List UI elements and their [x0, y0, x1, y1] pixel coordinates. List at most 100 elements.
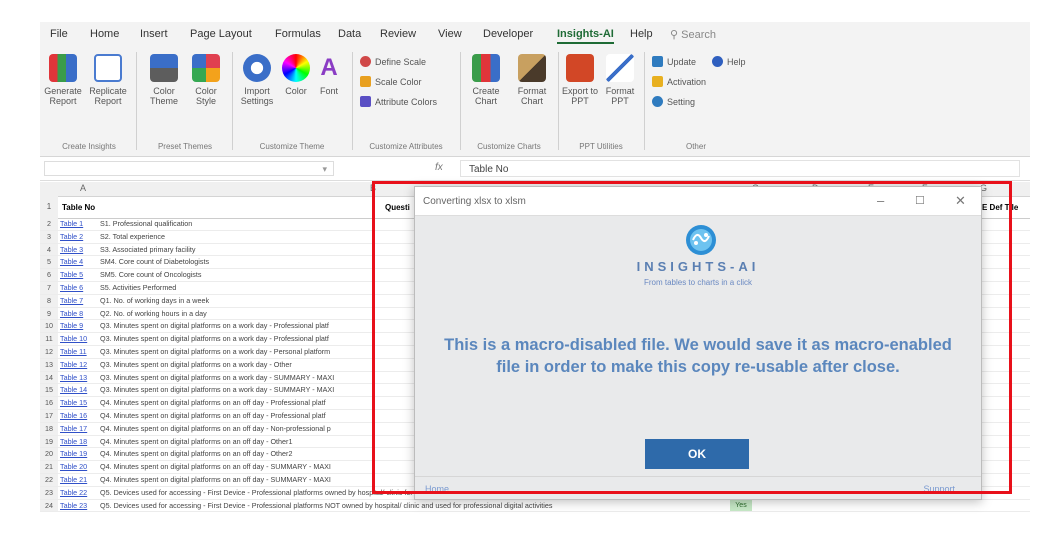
update-button[interactable]: Update: [652, 56, 696, 67]
activation-button[interactable]: Activation: [652, 76, 706, 87]
import-settings-button[interactable]: Import Settings: [236, 54, 278, 106]
row-number: 7: [40, 282, 58, 294]
question-cell[interactable]: Q3. Minutes spent on digital platforms o…: [100, 333, 329, 345]
color-theme-icon: [150, 54, 178, 82]
table-link[interactable]: Table 20: [60, 461, 87, 473]
table-link[interactable]: Table 10: [60, 333, 87, 345]
question-cell[interactable]: Q4. Minutes spent on digital platforms o…: [100, 397, 326, 409]
question-cell[interactable]: S3. Associated primary facility: [100, 244, 195, 256]
table-link[interactable]: Table 4: [60, 256, 83, 268]
format-chart-button[interactable]: Format Chart: [510, 54, 554, 106]
question-cell[interactable]: Q4. Minutes spent on digital platforms o…: [100, 448, 292, 460]
table-link[interactable]: Table 7: [60, 295, 83, 307]
header-question[interactable]: Questi: [385, 203, 410, 212]
column-header[interactable]: A: [80, 183, 86, 193]
question-cell[interactable]: SM4. Core count of Diabetologists: [100, 256, 209, 268]
menu-file[interactable]: File: [50, 28, 68, 40]
row-number: 21: [40, 461, 58, 473]
replicate-report-button[interactable]: Replicate Report: [86, 54, 130, 106]
table-link[interactable]: Table 8: [60, 308, 83, 320]
table-link[interactable]: Table 15: [60, 397, 87, 409]
question-cell[interactable]: S1. Professional qualification: [100, 218, 192, 230]
question-cell[interactable]: Q4. Minutes spent on digital platforms o…: [100, 436, 292, 448]
row-number: 8: [40, 294, 58, 307]
question-cell[interactable]: Q3. Minutes spent on digital platforms o…: [100, 384, 334, 396]
font-icon: A: [320, 54, 338, 81]
yes-cell[interactable]: Yes: [730, 499, 752, 512]
table-link[interactable]: Table 5: [60, 269, 83, 281]
table-link[interactable]: Table 6: [60, 282, 83, 294]
menu-review[interactable]: Review: [380, 28, 416, 40]
export-ppt-button[interactable]: Export to PPT: [560, 54, 600, 106]
home-link[interactable]: Home: [425, 484, 449, 494]
question-cell[interactable]: Q1. No. of working days in a week: [100, 295, 209, 307]
table-link[interactable]: Table 9: [60, 320, 83, 332]
question-cell[interactable]: Q4. Minutes spent on digital platforms o…: [100, 410, 326, 422]
attribute-colors-button[interactable]: Attribute Colors: [360, 96, 437, 107]
menu-view[interactable]: View: [438, 28, 462, 40]
color-style-button[interactable]: Color Style: [186, 54, 226, 106]
help-button[interactable]: Help: [712, 56, 746, 67]
table-link[interactable]: Table 12: [60, 359, 87, 371]
name-box[interactable]: ▾: [44, 161, 334, 176]
question-cell[interactable]: Q4. Minutes spent on digital platforms o…: [100, 423, 331, 435]
menu-developer[interactable]: Developer: [483, 28, 533, 40]
formula-input[interactable]: Table No: [460, 160, 1020, 177]
table-link[interactable]: Table 16: [60, 410, 87, 422]
menu-page-layout[interactable]: Page Layout: [190, 28, 252, 40]
column-header[interactable]: B: [370, 183, 376, 193]
color-theme-button[interactable]: Color Theme: [144, 54, 184, 106]
table-link[interactable]: Table 14: [60, 384, 87, 396]
generate-report-button[interactable]: Generate Report: [42, 54, 84, 106]
menu-insights-ai[interactable]: Insights-AI: [557, 28, 614, 44]
ribbon-separator: [232, 52, 233, 150]
group-label: Preset Themes: [157, 142, 213, 151]
minimize-icon[interactable]: –: [877, 193, 884, 208]
question-cell[interactable]: S2. Total experience: [100, 231, 165, 243]
menu-formulas[interactable]: Formulas: [275, 28, 321, 40]
table-link[interactable]: Table 22: [60, 487, 87, 499]
scale-color-button[interactable]: Scale Color: [360, 76, 422, 87]
format-ppt-button[interactable]: Format PPT: [600, 54, 640, 106]
question-cell[interactable]: SM5. Core count of Oncologists: [100, 269, 201, 281]
table-link[interactable]: Table 19: [60, 448, 87, 460]
convert-dialog: Converting xlsx to xlsm – ☐ ✕ INSIGHTS-A…: [414, 186, 982, 500]
close-icon[interactable]: ✕: [955, 193, 966, 209]
create-chart-button[interactable]: Create Chart: [464, 54, 508, 106]
question-cell[interactable]: Q4. Minutes spent on digital platforms o…: [100, 461, 331, 473]
question-cell[interactable]: S5. Activities Performed: [100, 282, 176, 294]
menu-data[interactable]: Data: [338, 28, 361, 40]
question-cell[interactable]: Q3. Minutes spent on digital platforms o…: [100, 372, 334, 384]
table-link[interactable]: Table 18: [60, 436, 87, 448]
table-link[interactable]: Table 11: [60, 346, 87, 358]
header-table-no[interactable]: Table No: [62, 203, 95, 212]
setting-button[interactable]: Setting: [652, 96, 695, 107]
table-link[interactable]: Table 1: [60, 218, 83, 230]
font-button[interactable]: A Font: [314, 54, 344, 96]
color-button[interactable]: Color: [278, 54, 314, 96]
table-link[interactable]: Table 23: [60, 500, 87, 512]
table-link[interactable]: Table 17: [60, 423, 87, 435]
table-link[interactable]: Table 2: [60, 231, 83, 243]
dialog-message: This is a macro-disabled file. We would …: [444, 336, 952, 376]
header-def-tile[interactable]: E Def Tile: [982, 203, 1018, 212]
menu-home[interactable]: Home: [90, 28, 119, 40]
ok-button[interactable]: OK: [645, 439, 749, 469]
search-box[interactable]: ⚲ Search: [670, 28, 716, 41]
table-link[interactable]: Table 13: [60, 372, 87, 384]
define-scale-button[interactable]: Define Scale: [360, 56, 426, 67]
question-cell[interactable]: Q2. No. of working hours in a day: [100, 308, 207, 320]
table-link[interactable]: Table 3: [60, 244, 83, 256]
table-link[interactable]: Table 21: [60, 474, 87, 486]
question-cell[interactable]: Q3. Minutes spent on digital platforms o…: [100, 320, 329, 332]
menu-help[interactable]: Help: [630, 28, 653, 40]
question-cell[interactable]: Q5. Devices used for accessing - First D…: [100, 500, 552, 512]
support-link[interactable]: Support: [923, 484, 955, 494]
row-number: 19: [40, 435, 58, 448]
bar-chart-icon: [472, 54, 500, 82]
maximize-icon[interactable]: ☐: [915, 194, 925, 207]
question-cell[interactable]: Q3. Minutes spent on digital platforms o…: [100, 346, 330, 358]
menu-insert[interactable]: Insert: [140, 28, 168, 40]
question-cell[interactable]: Q3. Minutes spent on digital platforms o…: [100, 359, 292, 371]
question-cell[interactable]: Q4. Minutes spent on digital platforms o…: [100, 474, 331, 486]
